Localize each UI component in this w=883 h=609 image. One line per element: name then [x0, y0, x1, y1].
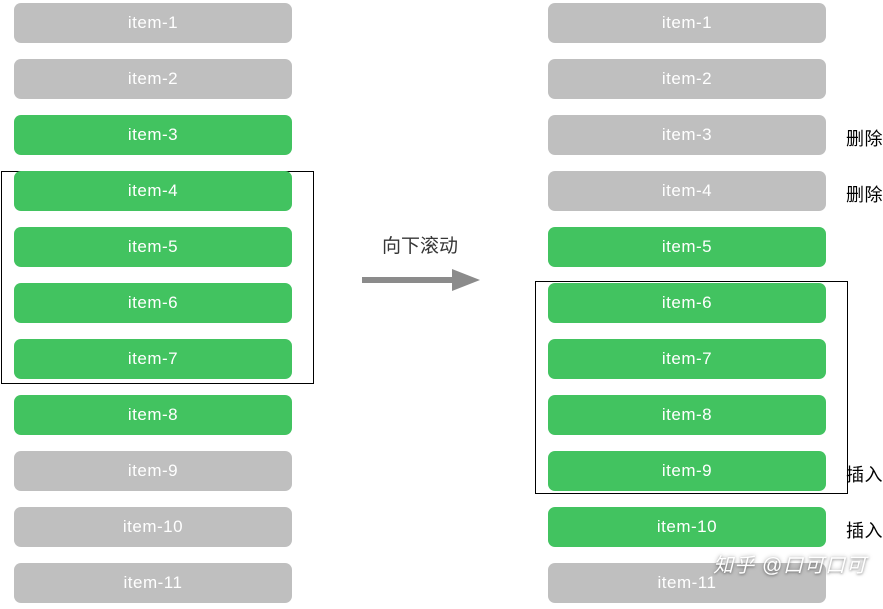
- list-item: item-9插入: [548, 451, 826, 491]
- list-item: item-10: [14, 507, 292, 547]
- list-item: item-5: [14, 227, 292, 267]
- list-item: item-2: [14, 59, 292, 99]
- list-item: item-11: [548, 563, 826, 603]
- arrow-right-icon: [360, 268, 480, 292]
- list-item: item-5: [548, 227, 826, 267]
- list-item: item-1: [548, 3, 826, 43]
- list-item: item-11: [14, 563, 292, 603]
- list-item: item-9: [14, 451, 292, 491]
- list-item: item-1: [14, 3, 292, 43]
- list-item: item-3删除: [548, 115, 826, 155]
- list-item: item-8: [14, 395, 292, 435]
- scroll-label: 向下滚动: [382, 231, 458, 258]
- list-item: item-8: [548, 395, 826, 435]
- list-item: item-6: [14, 283, 292, 323]
- delete-annotation: 删除: [846, 181, 883, 207]
- list-item: item-6: [548, 283, 826, 323]
- list-item: item-2: [548, 59, 826, 99]
- list-item: item-3: [14, 115, 292, 155]
- list-item: item-4删除: [548, 171, 826, 211]
- list-item: item-7: [14, 339, 292, 379]
- list-item: item-4: [14, 171, 292, 211]
- list-item: item-7: [548, 339, 826, 379]
- insert-annotation: 插入: [846, 517, 883, 543]
- list-item: item-10插入: [548, 507, 826, 547]
- right-list-column: item-1 item-2 item-3删除 item-4删除 item-5 item-6…: [536, 3, 838, 606]
- left-list-column: item-1 item-2 item-3 item-4 item-5 item-6 item…: [2, 3, 304, 606]
- center-column: 向下滚动: [304, 3, 536, 292]
- insert-annotation: 插入: [846, 461, 883, 487]
- delete-annotation: 删除: [846, 125, 883, 151]
- diagram-container: item-1item-2item-3item-4item-5item-6item…: [0, 0, 883, 609]
